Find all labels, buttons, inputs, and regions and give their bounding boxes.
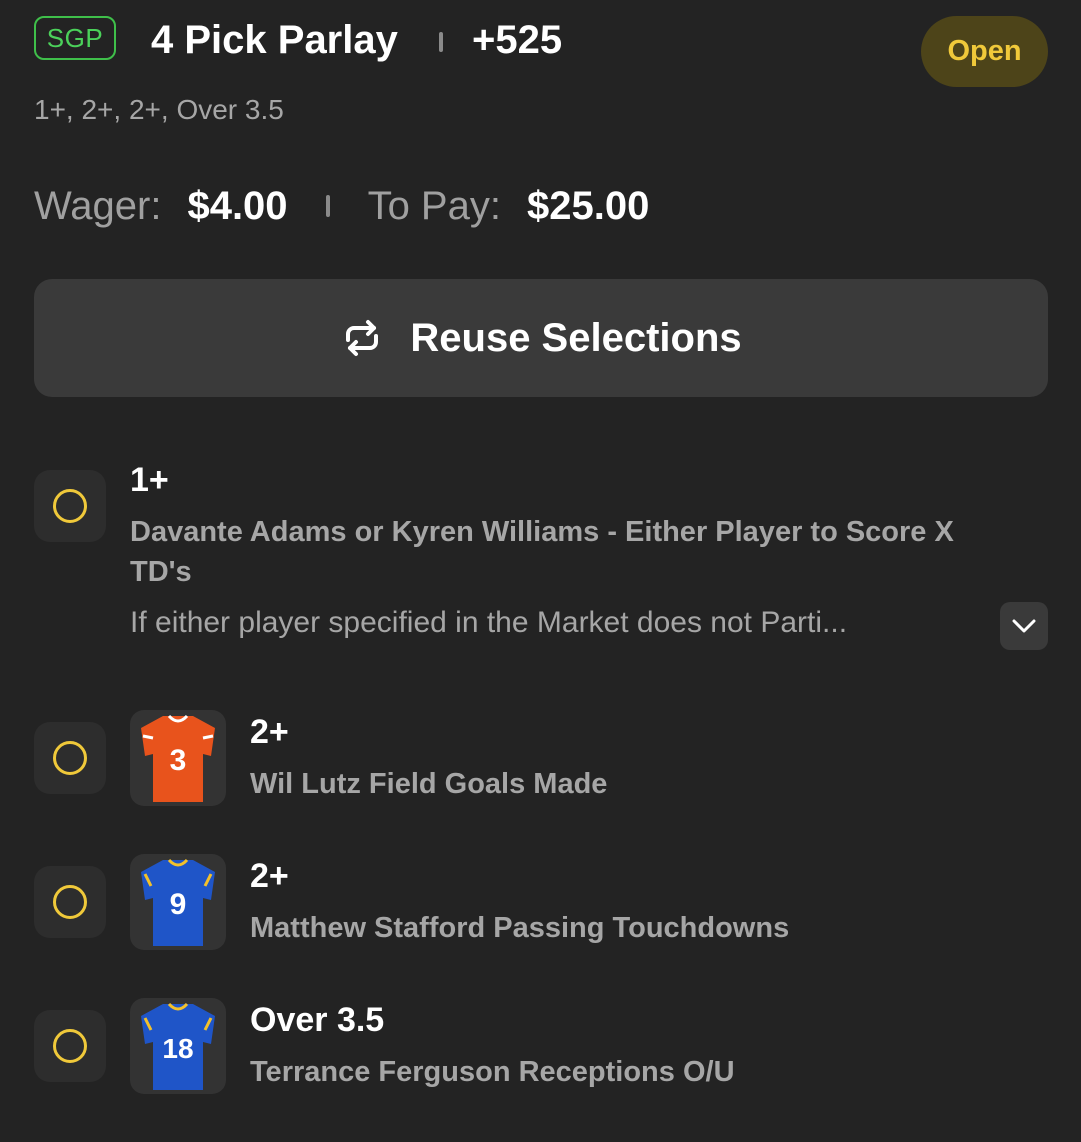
- sgp-badge: SGP: [34, 16, 116, 60]
- jersey-icon: 9: [141, 858, 215, 946]
- expand-rules-button[interactable]: [1000, 602, 1048, 650]
- pending-circle-icon: [53, 1029, 87, 1063]
- to-pay-label: To Pay:: [367, 183, 501, 228]
- pending-circle-icon: [53, 741, 87, 775]
- leg-status-indicator: [34, 866, 106, 938]
- leg-item: 9 2+ Matthew Stafford Passing Touchdowns: [34, 854, 1048, 950]
- player-jersey-image: 9: [130, 854, 226, 950]
- chevron-down-icon: [1012, 619, 1036, 633]
- bet-summary: 1+, 2+, 2+, Over 3.5: [34, 94, 284, 125]
- leg-status-indicator: [34, 722, 106, 794]
- bet-card: SGP 4 Pick Parlay +525 Open 1+, 2+, 2+, …: [0, 0, 1081, 1142]
- wager-row: Wager: $4.00 To Pay: $25.00: [34, 178, 649, 234]
- leg-pick: 1+: [130, 461, 169, 499]
- jersey-number: 3: [170, 744, 187, 777]
- bet-odds: +525: [472, 18, 563, 62]
- leg-pick: 2+: [250, 857, 289, 895]
- leg-market: Matthew Stafford Passing Touchdowns: [250, 912, 790, 944]
- reuse-selections-label: Reuse Selections: [410, 315, 742, 360]
- leg-status-indicator: [34, 1010, 106, 1082]
- leg-item: 3 2+ Wil Lutz Field Goals Made: [34, 710, 1048, 806]
- player-jersey-image: 3: [130, 710, 226, 806]
- wager-label: Wager:: [34, 183, 162, 228]
- wager-amount: $4.00: [187, 183, 288, 228]
- leg-market: Davante Adams or Kyren Williams - Either…: [130, 516, 954, 588]
- repeat-icon: [340, 318, 384, 358]
- pending-circle-icon: [53, 885, 87, 919]
- leg-market: Terrance Ferguson Receptions O/U: [250, 1056, 735, 1088]
- reuse-selections-button[interactable]: Reuse Selections: [34, 279, 1048, 397]
- wager-divider: [325, 195, 330, 217]
- status-badge: Open: [921, 16, 1048, 87]
- player-jersey-image: 18: [130, 998, 226, 1094]
- jersey-number: 9: [170, 888, 187, 921]
- pending-circle-icon: [53, 489, 87, 523]
- jersey-number: 18: [162, 1033, 193, 1064]
- leg-status-indicator: [34, 470, 106, 542]
- jersey-icon: 3: [141, 714, 215, 802]
- leg-pick: Over 3.5: [250, 1001, 385, 1039]
- leg-item: 1+ Davante Adams or Kyren Williams - Eit…: [34, 461, 1048, 660]
- leg-pick: 2+: [250, 713, 289, 751]
- header-divider: [439, 32, 443, 52]
- jersey-icon: 18: [141, 1002, 215, 1090]
- to-pay-amount: $25.00: [526, 183, 650, 228]
- leg-market: Wil Lutz Field Goals Made: [250, 768, 608, 800]
- leg-item: 18 Over 3.5 Terrance Ferguson Receptions…: [34, 998, 1048, 1094]
- leg-rules-note: If either player specified in the Market…: [130, 606, 848, 639]
- bet-title: 4 Pick Parlay: [151, 18, 398, 62]
